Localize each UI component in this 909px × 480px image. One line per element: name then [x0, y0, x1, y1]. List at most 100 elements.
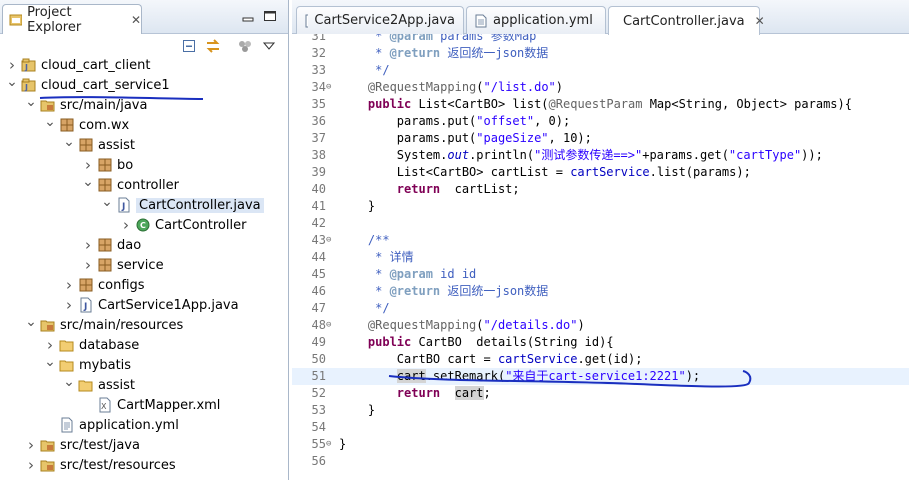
collapsed-arrow-icon[interactable]: ›	[82, 255, 94, 275]
minimize-icon[interactable]	[241, 10, 255, 22]
code-line[interactable]: 53 }	[292, 402, 909, 419]
tree-item[interactable]: › service	[82, 255, 164, 275]
line-number: 54	[311, 420, 326, 434]
no-arrow	[82, 395, 94, 415]
tree-item[interactable]: application.yml	[44, 415, 179, 435]
line-number: 33	[311, 63, 326, 77]
tree-item[interactable]: › J CartService1App.java	[63, 295, 239, 315]
code-line[interactable]: 48 ⊖ @RequestMapping("/details.do")	[292, 317, 909, 334]
source-folder-icon	[40, 437, 56, 453]
code-line[interactable]: 42	[292, 215, 909, 232]
expanded-arrow-icon[interactable]: ⌄	[25, 92, 37, 112]
package-icon	[97, 237, 113, 253]
code-line[interactable]: 33 */	[292, 62, 909, 79]
package-icon	[97, 257, 113, 273]
line-number: 46	[311, 284, 326, 298]
expanded-arrow-icon[interactable]: ⌄	[25, 312, 37, 332]
tree-item[interactable]: ⌄ assist	[63, 132, 135, 155]
code-area[interactable]: 31 * @param params 参数Map 32 * @return 返回统…	[292, 34, 909, 480]
code-line[interactable]: 38 System.out.println("测试参数传递==>"+params…	[292, 147, 909, 164]
code-line[interactable]: 32 * @return 返回统一json数据	[292, 45, 909, 62]
fold-icon[interactable]: ⊖	[326, 79, 336, 96]
tree-item-label: assist	[98, 137, 135, 153]
view-menu-icon[interactable]	[260, 37, 278, 55]
code-line[interactable]: 40 return cartList;	[292, 181, 909, 198]
expanded-arrow-icon[interactable]: ⌄	[6, 72, 18, 92]
code-line[interactable]: 52 return cart;	[292, 385, 909, 402]
editor-tab-cartservice2app[interactable]: J CartService2App.java	[296, 6, 464, 34]
collapsed-arrow-icon[interactable]: ›	[25, 455, 37, 475]
tree-item-label: configs	[98, 277, 145, 293]
expanded-arrow-icon[interactable]: ⌄	[44, 352, 56, 372]
fold-icon[interactable]: ⊖	[326, 317, 336, 334]
code-text: public CartBO details(String id){	[367, 335, 614, 349]
yml-file-icon	[475, 14, 487, 27]
code-line[interactable]: 35 public List<CartBO> list(@RequestPara…	[292, 96, 909, 113]
tree-item[interactable]: ⌄ assist	[63, 372, 135, 395]
code-line[interactable]: 43 ⊖ /**	[292, 232, 909, 249]
editor-tab-cartcontroller[interactable]: J CartController.java ✕	[608, 6, 765, 35]
close-tab-icon[interactable]: ✕	[131, 13, 141, 27]
collapsed-arrow-icon[interactable]: ›	[63, 275, 75, 295]
tree-item-label: src/main/java	[60, 97, 148, 113]
link-with-editor-icon[interactable]	[204, 37, 222, 55]
expanded-arrow-icon[interactable]: ⌄	[63, 372, 75, 392]
code-text: * @return 返回统一json数据	[375, 284, 549, 298]
expanded-arrow-icon[interactable]: ⌄	[101, 192, 113, 212]
collapsed-arrow-icon[interactable]: ›	[82, 235, 94, 255]
close-tab-icon[interactable]: ✕	[755, 14, 765, 28]
code-line[interactable]: 49 public CartBO details(String id){	[292, 334, 909, 351]
line-number: 34	[311, 80, 326, 94]
code-line[interactable]: 44 * 详情	[292, 249, 909, 266]
code-line[interactable]: 39 List<CartBO> cartList = cartService.l…	[292, 164, 909, 181]
code-line[interactable]: 51 cart.setRemark("来自于cart-service1:2221…	[292, 368, 909, 385]
tree-item-label: database	[79, 337, 140, 353]
code-line[interactable]: 34 ⊖ @RequestMapping("/list.do")	[292, 79, 909, 96]
code-line[interactable]: 54	[292, 419, 909, 436]
line-number: 55	[311, 437, 326, 451]
tree-item[interactable]: › src/test/resources	[25, 455, 176, 475]
code-line[interactable]: 31 * @param params 参数Map	[292, 34, 909, 45]
fold-icon[interactable]: ⊖	[326, 436, 336, 453]
project-explorer-tab[interactable]: Project Explorer ✕	[2, 4, 142, 35]
java-file-icon: J	[78, 297, 94, 313]
tree-item[interactable]: ⌄ src/main/resources	[25, 312, 183, 335]
tree-item[interactable]: ⌄ com.wx	[44, 112, 129, 135]
fold-icon[interactable]: ⊖	[326, 232, 336, 249]
project-icon: J	[21, 77, 37, 93]
tree-item[interactable]: › dao	[82, 235, 141, 255]
code-line[interactable]: 56	[292, 453, 909, 470]
tree-item-label: controller	[117, 177, 180, 193]
collapsed-arrow-icon[interactable]: ›	[63, 295, 75, 315]
filters-icon[interactable]	[236, 37, 254, 55]
code-line[interactable]: 37 params.put("pageSize", 10);	[292, 130, 909, 147]
tree-item[interactable]: X CartMapper.xml	[82, 395, 220, 415]
tree-item[interactable]: › Jcloud_cart_client	[6, 55, 150, 75]
code-line[interactable]: 36 params.put("offset", 0);	[292, 113, 909, 130]
tree-item[interactable]: › C CartController	[120, 215, 246, 235]
line-number: 41	[311, 199, 326, 213]
project-explorer-title: Project Explorer	[27, 4, 82, 35]
expanded-arrow-icon[interactable]: ⌄	[82, 172, 94, 192]
editor-tab-application-yml[interactable]: application.yml	[466, 6, 606, 34]
expanded-arrow-icon[interactable]: ⌄	[44, 112, 56, 132]
code-line[interactable]: 41 }	[292, 198, 909, 215]
tree-item[interactable]: ⌄ mybatis	[44, 352, 131, 375]
tree-item[interactable]: ⌄ controller	[82, 172, 180, 195]
tree-item[interactable]: › src/test/java	[25, 435, 140, 455]
tree-item[interactable]: › database	[44, 335, 139, 355]
code-line[interactable]: 55 ⊖}	[292, 436, 909, 453]
code-line[interactable]: 50 CartBO cart = cartService.get(id);	[292, 351, 909, 368]
package-icon	[59, 117, 75, 133]
code-line[interactable]: 46 * @return 返回统一json数据	[292, 283, 909, 300]
maximize-icon[interactable]	[263, 10, 277, 22]
collapsed-arrow-icon[interactable]: ›	[25, 435, 37, 455]
collapsed-arrow-icon[interactable]: ›	[120, 215, 132, 235]
expanded-arrow-icon[interactable]: ⌄	[63, 132, 75, 152]
tree-item[interactable]: ⌄ J CartController.java	[101, 192, 264, 215]
code-text: System.out.println("测试参数传递==>"+params.ge…	[339, 148, 823, 162]
collapse-all-icon[interactable]	[180, 37, 198, 55]
code-line[interactable]: 45 * @param id id	[292, 266, 909, 283]
code-line[interactable]: 47 */	[292, 300, 909, 317]
tree-item[interactable]: › configs	[63, 275, 145, 295]
